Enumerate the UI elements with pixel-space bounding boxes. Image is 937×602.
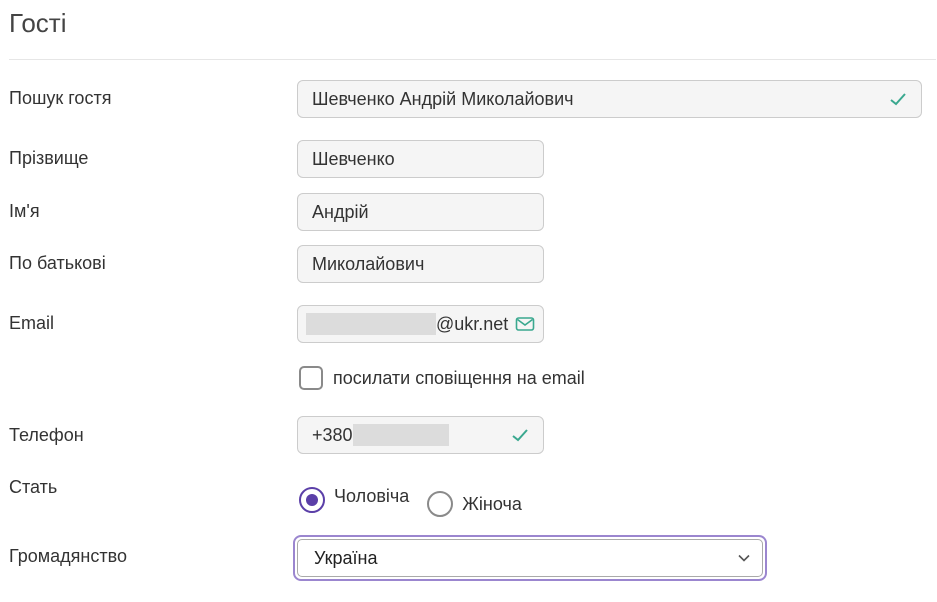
phone-value: +380 bbox=[312, 424, 511, 446]
page-title: Гості bbox=[9, 8, 67, 38]
envelope-icon bbox=[515, 317, 535, 331]
email-input[interactable]: @ukr.net bbox=[297, 305, 544, 343]
gender-female-label[interactable]: Жіноча bbox=[462, 494, 522, 515]
notify-row[interactable]: посилати сповіщення на email bbox=[299, 366, 585, 390]
first-name-label: Ім'я bbox=[9, 201, 40, 221]
search-guest-label: Пошук гостя bbox=[9, 88, 112, 108]
chevron-down-icon bbox=[738, 554, 750, 562]
citizenship-value: Україна bbox=[314, 547, 378, 568]
redacted-mask bbox=[352, 424, 449, 446]
phone-prefix: +380 bbox=[312, 424, 353, 445]
citizenship-label: Громадянство bbox=[9, 546, 127, 566]
email-label: Email bbox=[9, 313, 55, 333]
gender-radio-group: Чоловіча Жіноча bbox=[299, 483, 522, 517]
gender-label: Стать bbox=[9, 477, 58, 497]
checkmark-icon bbox=[512, 429, 528, 442]
notify-checkbox[interactable] bbox=[299, 366, 323, 390]
first-name-value: Андрій bbox=[312, 201, 369, 222]
citizenship-select-box[interactable]: Україна bbox=[297, 539, 763, 577]
last-name-label: Прізвище bbox=[9, 148, 89, 168]
email-suffix: @ukr.net bbox=[436, 313, 509, 334]
gender-male-label[interactable]: Чоловіча bbox=[334, 486, 409, 507]
divider bbox=[9, 59, 936, 60]
search-guest-value: Шевченко Андрій Миколайович bbox=[312, 88, 574, 109]
last-name-value: Шевченко bbox=[312, 148, 395, 169]
phone-input[interactable]: +380 bbox=[297, 416, 544, 454]
checkmark-icon bbox=[890, 93, 906, 106]
patronymic-label: По батькові bbox=[9, 253, 106, 273]
first-name-input[interactable]: Андрій bbox=[297, 193, 544, 231]
phone-label: Телефон bbox=[9, 425, 84, 445]
gender-female-radio[interactable] bbox=[427, 491, 454, 517]
search-guest-input[interactable]: Шевченко Андрій Миколайович bbox=[297, 80, 922, 118]
email-value: @ukr.net bbox=[306, 313, 511, 335]
gender-male-radio[interactable] bbox=[299, 487, 325, 513]
patronymic-value: Миколайович bbox=[312, 253, 425, 274]
redacted-mask bbox=[306, 313, 436, 335]
patronymic-input[interactable]: Миколайович bbox=[297, 245, 544, 283]
notify-label: посилати сповіщення на email bbox=[333, 367, 585, 388]
citizenship-select[interactable]: Україна bbox=[293, 535, 767, 581]
last-name-input[interactable]: Шевченко bbox=[297, 140, 544, 178]
